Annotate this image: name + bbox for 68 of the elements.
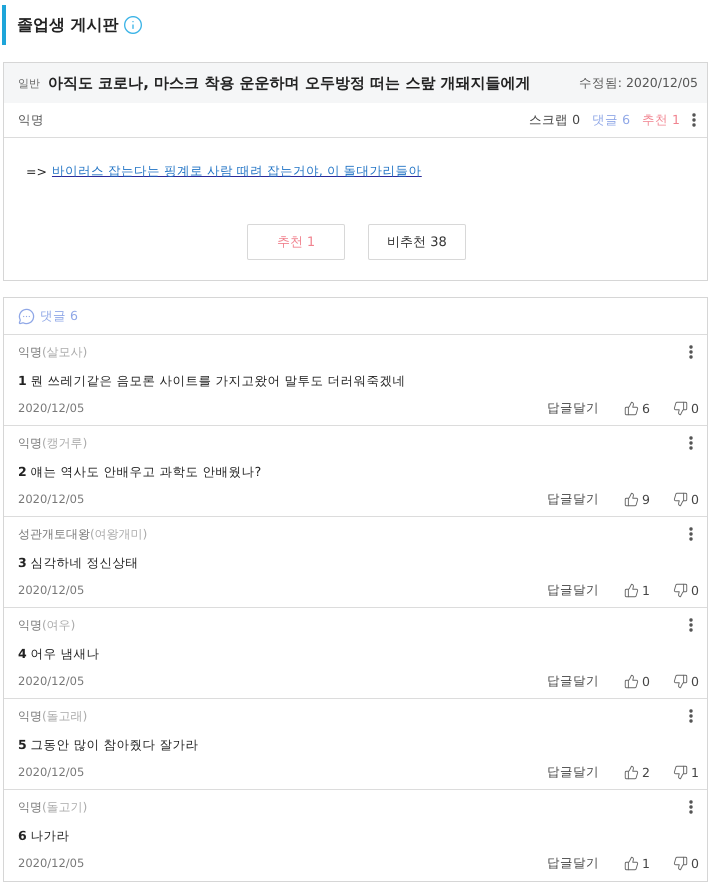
- more-options-icon[interactable]: [689, 618, 693, 632]
- edited-date: 수정됨: 2020/12/05: [578, 74, 698, 92]
- comment-text: 6 나가라: [18, 827, 70, 845]
- comment-text: 4 어우 냄새나: [18, 645, 100, 663]
- dislike-count: 0: [691, 856, 700, 870]
- comment-text: 5 그동안 많이 참아줬다 잘가라: [18, 736, 199, 754]
- like-count: 9: [642, 492, 651, 506]
- more-options-icon[interactable]: [689, 527, 693, 541]
- reply-link[interactable]: 답글달기: [547, 582, 599, 598]
- comment-date: 2020/12/05: [18, 583, 84, 597]
- comment-author: 성관개토대왕(여왕개미): [18, 526, 148, 542]
- post-stat: 댓글 6: [592, 112, 630, 128]
- thumbs-up-icon[interactable]: [624, 674, 639, 688]
- thumbs-down-icon[interactable]: [673, 764, 688, 780]
- comment-date: 2020/12/05: [18, 401, 84, 415]
- comment-author: 익명(돌고기): [18, 798, 88, 816]
- more-options-icon[interactable]: [689, 436, 693, 450]
- post-link[interactable]: 바이러스 잡는다는 핑계로 사람 때려 잡는거야, 이 돌대가리들아: [52, 163, 422, 180]
- post-category: 일반: [18, 76, 40, 90]
- comment-date: 2020/12/05: [18, 765, 84, 779]
- comments-count: 댓글 6: [40, 308, 78, 324]
- comment-date: 2020/12/05: [18, 674, 84, 688]
- thumbs-up-icon[interactable]: [624, 764, 639, 780]
- thumbs-down-icon[interactable]: [673, 582, 688, 598]
- thumbs-down-icon[interactable]: [673, 674, 688, 688]
- dislike-count: 0: [691, 582, 700, 598]
- comment-text: 1 뭔 쓰레기같은 음모론 사이트를 가지고왔어 말투도 더러워죽겠네: [18, 372, 406, 390]
- chat-bubble-icon: [18, 308, 35, 324]
- comment-text: 3 심각하네 정신상태: [18, 554, 139, 572]
- more-options-icon[interactable]: [692, 113, 696, 127]
- thumbs-up-icon[interactable]: [624, 400, 639, 416]
- thumbs-up-icon[interactable]: [624, 492, 639, 506]
- more-options-icon[interactable]: [689, 345, 693, 359]
- like-count: 1: [642, 582, 651, 598]
- thumbs-down-icon[interactable]: [673, 492, 688, 506]
- comment-author: 익명(돌고래): [18, 708, 88, 724]
- dislike-count: 1: [691, 764, 700, 780]
- dislike-count: 0: [691, 400, 700, 416]
- like-count: 6: [642, 400, 651, 416]
- comment-date: 2020/12/05: [18, 856, 84, 870]
- like-count: 1: [642, 856, 651, 870]
- thumbs-up-icon[interactable]: [624, 582, 639, 598]
- comment-author: 익명(캥거루): [18, 434, 88, 452]
- post-author: 익명: [18, 112, 44, 128]
- post-stat: 스크랩 0: [529, 112, 580, 128]
- not-recommend-button[interactable]: 비추천 38: [368, 224, 466, 260]
- reply-link[interactable]: 답글달기: [547, 854, 599, 872]
- like-count: 0: [642, 674, 651, 688]
- reply-link[interactable]: 답글달기: [547, 490, 599, 508]
- thumbs-down-icon[interactable]: [673, 400, 688, 416]
- dislike-count: 0: [691, 492, 700, 506]
- reply-link[interactable]: 답글달기: [547, 764, 599, 780]
- comment-text: 2 얘는 역사도 안배우고 과학도 안배웠나?: [18, 463, 262, 481]
- like-count: 2: [642, 764, 651, 780]
- more-options-icon[interactable]: [689, 709, 693, 723]
- post-stat: 추천 1: [642, 112, 680, 128]
- prefix-text: =>: [26, 164, 47, 179]
- comment-author: 익명(살모사): [18, 344, 88, 360]
- reply-link[interactable]: 답글달기: [547, 400, 599, 416]
- comment-date: 2020/12/05: [18, 492, 84, 506]
- thumbs-up-icon[interactable]: [624, 856, 639, 870]
- dislike-count: 0: [691, 674, 700, 688]
- thumbs-down-icon[interactable]: [673, 856, 688, 870]
- more-options-icon[interactable]: [689, 800, 693, 814]
- comment-author: 익명(여우): [18, 616, 76, 634]
- post-title: 아직도 코로나, 마스크 착용 운운하며 오두방정 떠는 스랖 개돼지들에게: [48, 74, 530, 92]
- board-title: 졸업생 게시판: [17, 14, 119, 36]
- reply-link[interactable]: 답글달기: [547, 672, 599, 690]
